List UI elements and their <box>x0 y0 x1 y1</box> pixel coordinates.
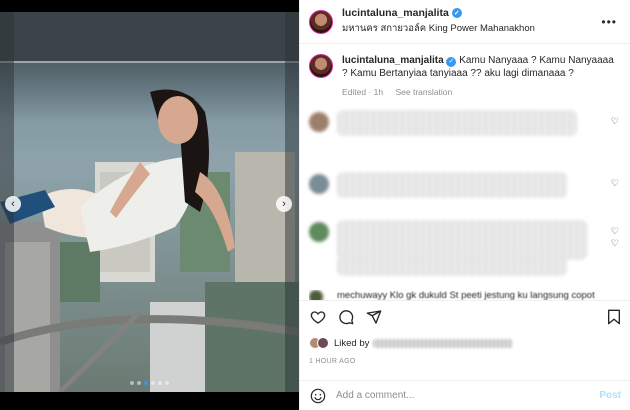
likes-summary[interactable]: Liked by <box>334 337 514 349</box>
heart-icon[interactable] <box>310 309 326 325</box>
verified-badge-icon: ✓ <box>446 56 457 67</box>
comment-item-partial: mechuwayy Klo gk dukuld St peeti jestung… <box>309 290 621 300</box>
author-username-row: lucintaluna_manjalita ✓ <box>342 7 535 19</box>
likes-row: Liked by <box>309 337 514 349</box>
caption-edited: Edited · 1h <box>342 87 384 97</box>
post-time: 1 HOUR AGO <box>309 358 356 365</box>
comment-icon[interactable] <box>338 309 354 325</box>
comment-like-icon[interactable]: ♡ <box>611 178 619 189</box>
carousel-dot <box>130 381 134 385</box>
author-avatar[interactable] <box>309 9 333 34</box>
comment-blurred-content <box>337 110 577 136</box>
action-icons <box>310 309 382 325</box>
previous-slide-button[interactable]: ‹ <box>5 196 21 212</box>
author-username[interactable]: lucintaluna_manjalita <box>342 7 449 19</box>
liker-avatar[interactable] <box>317 337 329 349</box>
post-caption: lucintaluna_manjalita ✓ Kamu Nanyaaa ? K… <box>309 54 621 99</box>
share-icon[interactable] <box>366 309 382 325</box>
comment-like-icon[interactable]: ♡ <box>611 226 619 237</box>
verified-badge-icon: ✓ <box>451 8 462 18</box>
comment-partial-text: mechuwayy Klo gk dukuld St peeti jestung… <box>337 290 595 300</box>
comment-like-icon[interactable]: ♡ <box>611 238 619 249</box>
comment-blurred-content <box>337 172 567 198</box>
caption-meta: Edited · 1h See translation <box>342 86 617 99</box>
caption-body: lucintaluna_manjalita ✓ Kamu Nanyaaa ? K… <box>342 54 617 99</box>
post-header: lucintaluna_manjalita ✓ มหานคร สกายวอล์ค… <box>300 0 630 44</box>
comment-input[interactable] <box>336 390 576 401</box>
carousel-dot <box>158 381 162 385</box>
carousel-dots <box>0 381 299 385</box>
emoji-icon[interactable] <box>310 388 326 404</box>
comment-item: ♡ <box>309 238 621 286</box>
carousel-dot <box>144 381 148 385</box>
author-info: lucintaluna_manjalita ✓ มหานคร สกายวอล์ค… <box>342 7 535 36</box>
carousel-dot <box>137 381 141 385</box>
next-slide-button[interactable]: › <box>276 196 292 212</box>
caption-avatar[interactable] <box>309 54 333 78</box>
add-comment-bar: Post <box>300 380 630 410</box>
liked-by-label: Liked by <box>334 337 370 349</box>
carousel-dot <box>151 381 155 385</box>
post-photo <box>0 12 299 392</box>
commenter-avatar[interactable] <box>309 174 329 194</box>
see-translation-link[interactable]: See translation <box>396 87 453 97</box>
post-media: ‹ › <box>0 0 299 410</box>
more-options-button[interactable]: ••• <box>601 15 617 29</box>
comment-item: ♡ <box>309 106 621 140</box>
caption-username[interactable]: lucintaluna_manjalita <box>342 55 444 66</box>
comment-item: ♡ <box>309 216 621 260</box>
carousel-dot <box>165 381 169 385</box>
comment-item: ♡ <box>309 168 621 202</box>
post-location[interactable]: มหานคร สกายวอล์ค King Power Mahanakhon <box>342 21 535 36</box>
bookmark-icon[interactable] <box>606 309 622 325</box>
post-details-panel: lucintaluna_manjalita ✓ มหานคร สกายวอล์ค… <box>299 0 630 410</box>
comment-blurred-content <box>337 256 567 276</box>
commenter-avatar[interactable] <box>309 112 329 132</box>
comment-like-icon[interactable]: ♡ <box>611 116 619 127</box>
post-comment-button[interactable]: Post <box>599 390 621 401</box>
likes-blurred-names <box>373 338 514 348</box>
commenter-avatar[interactable] <box>309 222 329 242</box>
commenter-avatar[interactable] <box>309 290 323 300</box>
